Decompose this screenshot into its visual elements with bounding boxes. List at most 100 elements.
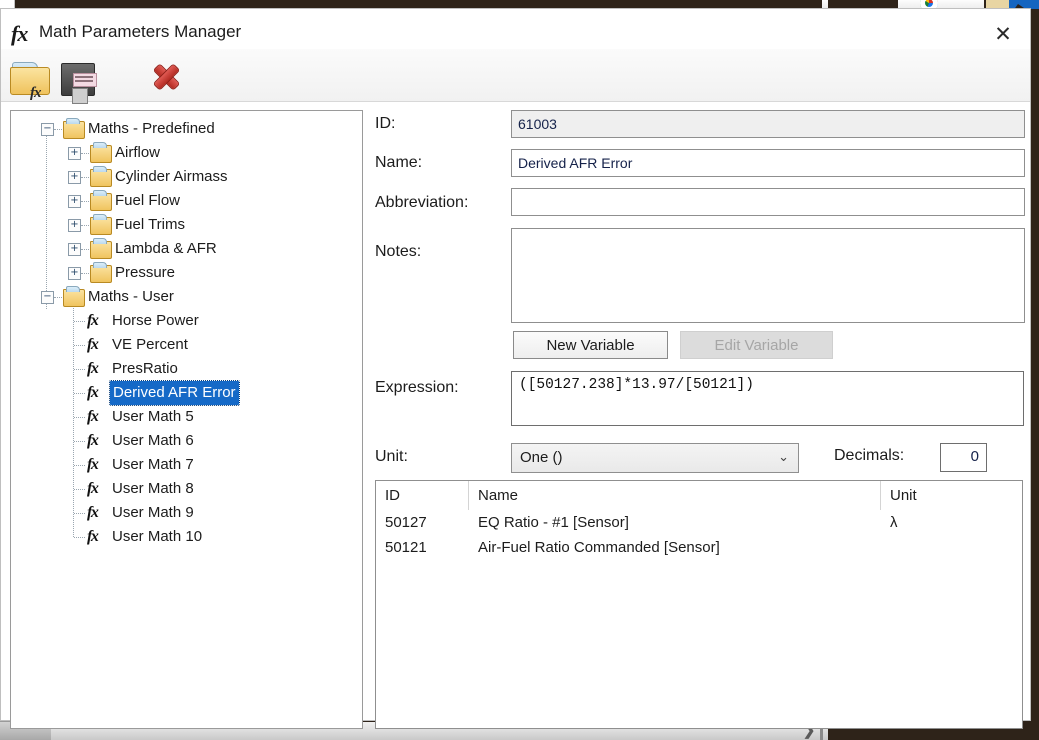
- variables-table-header: ID Name Unit: [376, 481, 1022, 510]
- fx-icon: fx: [87, 456, 99, 473]
- tree-item-user-math-10[interactable]: fx User Math 10: [11, 525, 362, 549]
- id-field: 61003: [511, 110, 1025, 138]
- tree-item-label: Maths - Predefined: [88, 120, 215, 137]
- tree-item-label: Cylinder Airmass: [115, 168, 228, 185]
- tree-item-derived-afr-error[interactable]: fx Derived AFR Error: [11, 380, 362, 406]
- tree-expander-expand-icon[interactable]: +: [68, 243, 81, 256]
- tree-expander-expand-icon[interactable]: +: [68, 219, 81, 232]
- abbreviation-input[interactable]: [511, 188, 1025, 216]
- fx-icon: fx: [87, 432, 99, 449]
- tree-item-label: Lambda & AFR: [115, 240, 217, 257]
- tree-root: − Maths - Predefined + Airflow + Cylinde…: [11, 111, 362, 549]
- open-folder-fx-button[interactable]: fx: [7, 55, 51, 101]
- fx-icon: fx: [87, 528, 99, 545]
- tree-item-label: VE Percent: [112, 336, 188, 353]
- delete-button[interactable]: [143, 55, 187, 95]
- table-row[interactable]: 50121 Air-Fuel Ratio Commanded [Sensor]: [376, 535, 1022, 560]
- expression-label: Expression:: [375, 379, 459, 396]
- cell-unit: λ: [890, 514, 898, 531]
- fx-icon: fx: [87, 360, 99, 377]
- name-input[interactable]: Derived AFR Error: [511, 149, 1025, 177]
- tree-item-pressure[interactable]: + Pressure: [11, 261, 362, 285]
- screen-root: ❯ fx Math Parameters Manager ✕ fx − Math…: [0, 0, 1039, 740]
- tree-item-presratio[interactable]: fx PresRatio: [11, 357, 362, 381]
- red-x-icon: [151, 61, 181, 91]
- tree-item-label: User Math 7: [112, 456, 194, 473]
- tree-expander-expand-icon[interactable]: +: [68, 147, 81, 160]
- tree-expander-collapse-icon[interactable]: −: [41, 291, 54, 304]
- folder-icon: [63, 286, 85, 307]
- dialog-titlebar: fx Math Parameters Manager ✕: [1, 9, 1030, 49]
- unit-label: Unit:: [375, 448, 408, 465]
- cell-id: 50127: [385, 514, 427, 531]
- close-icon[interactable]: ✕: [986, 21, 1020, 47]
- new-variable-button[interactable]: New Variable: [513, 331, 668, 359]
- folder-icon: [90, 142, 112, 163]
- tree-expander-expand-icon[interactable]: +: [68, 267, 81, 280]
- tree-item-maths-predefined[interactable]: − Maths - Predefined: [11, 117, 362, 141]
- folder-icon: [90, 190, 112, 211]
- column-header-unit: Unit: [890, 487, 917, 504]
- fx-icon: fx: [87, 312, 99, 329]
- bg-browser-tab: [898, 0, 984, 8]
- fx-icon: fx: [11, 21, 28, 46]
- folder-fx-icon: fx: [10, 67, 50, 101]
- abbreviation-label: Abbreviation:: [375, 194, 469, 211]
- tree-item-user-math-9[interactable]: fx User Math 9: [11, 501, 362, 525]
- tree-item-airflow[interactable]: + Airflow: [11, 141, 362, 165]
- tree-item-lambda-afr[interactable]: + Lambda & AFR: [11, 237, 362, 261]
- fx-icon: fx: [87, 384, 99, 401]
- name-label: Name:: [375, 154, 423, 171]
- tree-item-maths-user[interactable]: − Maths - User: [11, 285, 362, 309]
- column-header-id: ID: [376, 481, 469, 510]
- tree-expander-collapse-icon[interactable]: −: [41, 123, 54, 136]
- folder-fx-glyph: fx: [30, 85, 41, 101]
- floppy-disk-icon: [61, 63, 97, 104]
- tree-item-ve-percent[interactable]: fx VE Percent: [11, 333, 362, 357]
- unit-select[interactable]: One () ⌄: [511, 443, 799, 473]
- tree-item-label: User Math 9: [112, 504, 194, 521]
- tree-item-label: Pressure: [115, 264, 176, 281]
- tree-item-label: Maths - User: [88, 288, 174, 305]
- folder-icon: [90, 262, 112, 283]
- dialog-title: Math Parameters Manager: [39, 22, 242, 41]
- tree-item-horse-power[interactable]: fx Horse Power: [11, 309, 362, 333]
- variables-table[interactable]: ID Name Unit 50127 EQ Ratio - #1 [Sensor…: [375, 480, 1023, 729]
- tree-item-label: Fuel Trims: [115, 216, 186, 233]
- tree-item-label: Airflow: [115, 144, 161, 161]
- tree-expander-expand-icon[interactable]: +: [68, 195, 81, 208]
- fx-icon: fx: [87, 480, 99, 497]
- tree-item-label: PresRatio: [112, 360, 178, 377]
- bg-tan-tab: [986, 0, 1009, 8]
- tree-item-label: User Math 5: [112, 408, 194, 425]
- tree-item-user-math-6[interactable]: fx User Math 6: [11, 429, 362, 453]
- tree-item-label: User Math 10: [112, 528, 203, 545]
- tree-item-label: Horse Power: [112, 312, 199, 329]
- tree-expander-expand-icon[interactable]: +: [68, 171, 81, 184]
- folder-icon: [90, 166, 112, 187]
- expression-input[interactable]: ([50127.238]*13.97/[50121]): [511, 371, 1024, 426]
- math-parameters-tree[interactable]: − Maths - Predefined + Airflow + Cylinde…: [10, 110, 363, 729]
- tree-item-label: User Math 6: [112, 432, 194, 449]
- decimals-label: Decimals:: [834, 447, 905, 464]
- tree-item-user-math-5[interactable]: fx User Math 5: [11, 405, 362, 429]
- cell-unit: [881, 535, 1022, 560]
- fx-icon: fx: [87, 336, 99, 353]
- chevron-down-icon: ⌄: [778, 450, 789, 465]
- tree-item-fuel-trims[interactable]: + Fuel Trims: [11, 213, 362, 237]
- tree-item-user-math-8[interactable]: fx User Math 8: [11, 477, 362, 501]
- tree-item-label: Fuel Flow: [115, 192, 181, 209]
- save-button[interactable]: [55, 55, 99, 104]
- table-row[interactable]: 50127 EQ Ratio - #1 [Sensor] λ: [376, 510, 1022, 535]
- tree-item-user-math-7[interactable]: fx User Math 7: [11, 453, 362, 477]
- tree-item-label-selected: Derived AFR Error: [109, 380, 240, 406]
- tree-item-cylinder-airmass[interactable]: + Cylinder Airmass: [11, 165, 362, 189]
- column-header-name: Name: [469, 481, 881, 510]
- decimals-input[interactable]: 0: [940, 443, 987, 472]
- notes-input[interactable]: [511, 228, 1025, 323]
- tree-item-fuel-flow[interactable]: + Fuel Flow: [11, 189, 362, 213]
- notes-label: Notes:: [375, 243, 422, 260]
- cell-name: EQ Ratio - #1 [Sensor]: [478, 514, 629, 531]
- fx-icon: fx: [87, 408, 99, 425]
- folder-icon: [90, 214, 112, 235]
